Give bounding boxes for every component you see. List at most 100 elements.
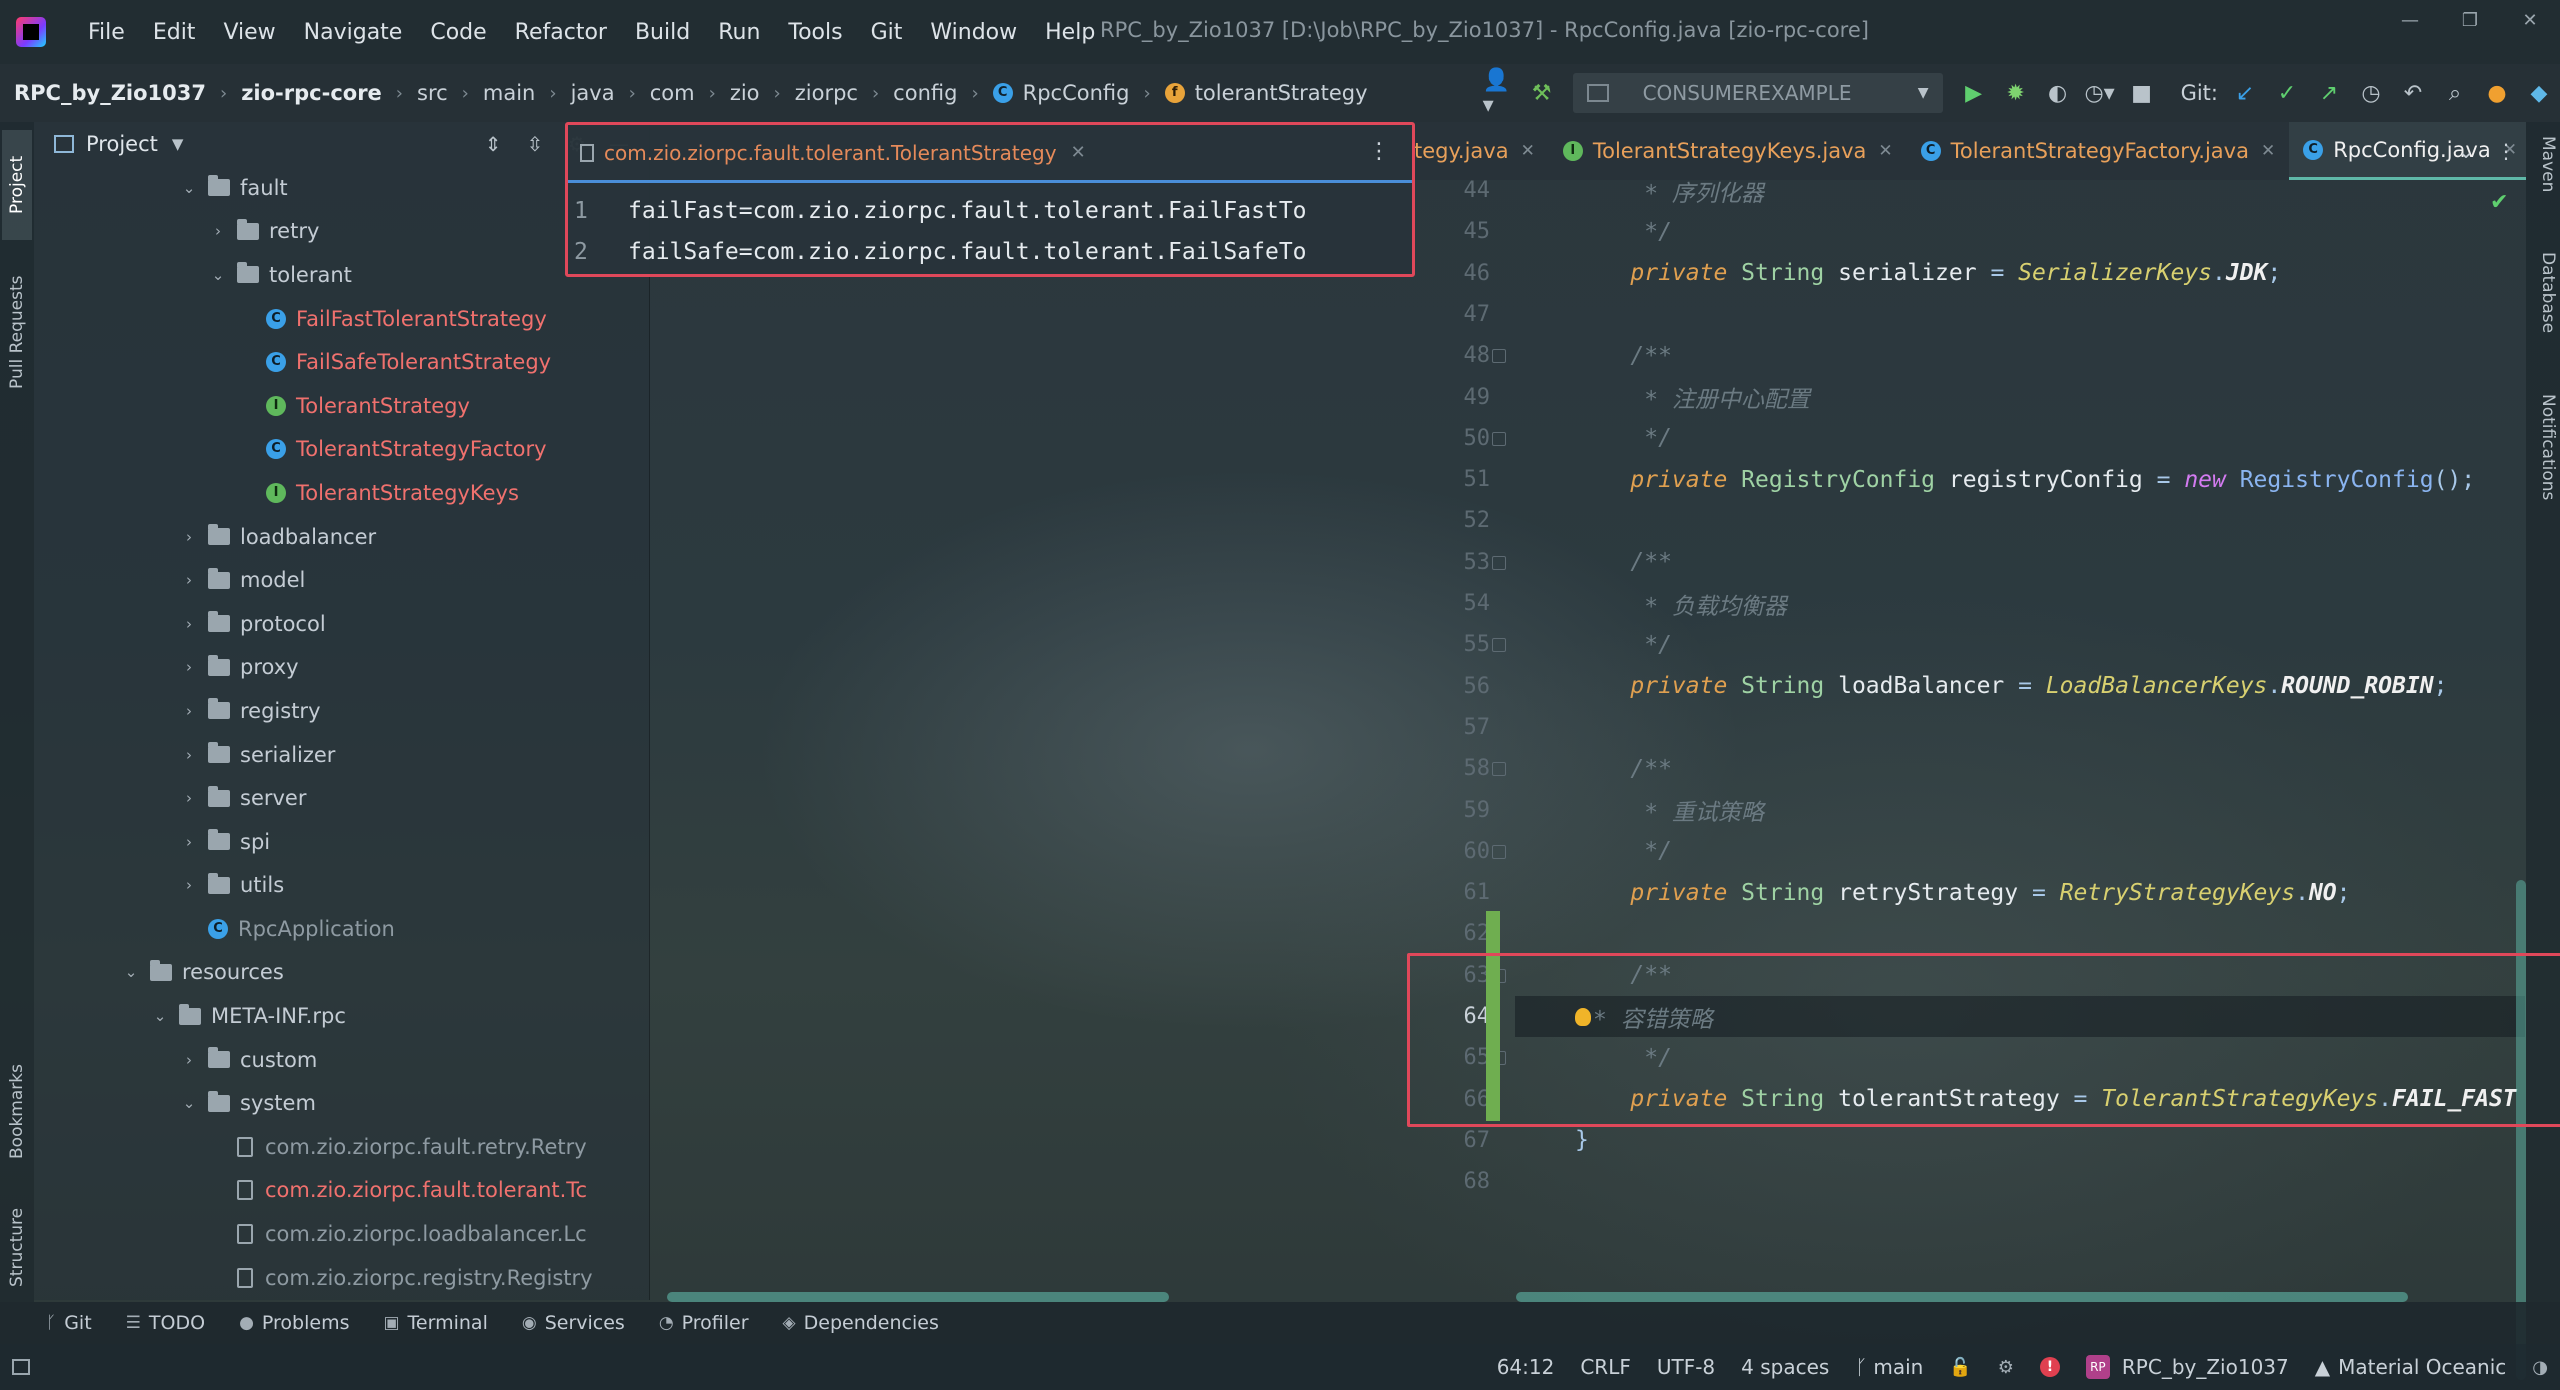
editor-tab[interactable]: I TolerantStrategyKeys.java ✕ (1549, 122, 1907, 180)
menu-item-refactor[interactable]: Refactor (501, 20, 621, 45)
plugin-icon[interactable]: ◆ (2522, 76, 2556, 110)
code-line[interactable]: */ (1515, 624, 2525, 665)
code-line[interactable]: private String loadBalancer = LoadBalanc… (1515, 666, 2525, 707)
fold-marker-icon[interactable] (1492, 555, 1506, 570)
fold-marker-icon[interactable] (1492, 349, 1506, 364)
run-icon[interactable]: ▶ (1957, 76, 1991, 110)
more-options-icon[interactable]: ⋮ (2486, 139, 2526, 163)
code-line[interactable]: /** (1515, 542, 2525, 583)
chevron-right-icon[interactable]: › (178, 571, 200, 589)
bottom-tab-problems[interactable]: ● Problems (239, 1312, 349, 1334)
fold-marker-icon[interactable] (1492, 638, 1506, 653)
chevron-right-icon[interactable]: › (178, 833, 200, 851)
tree-node[interactable]: com.zio.ziorpc.loadbalancer.Lc (34, 1212, 650, 1256)
menu-item-file[interactable]: File (74, 20, 139, 45)
bottom-tab-terminal[interactable]: ▣ Terminal (383, 1312, 487, 1334)
bottom-tab-dependencies[interactable]: ◈ Dependencies (783, 1312, 939, 1334)
file-encoding[interactable]: UTF-8 (1657, 1355, 1715, 1379)
editor-horizontal-scrollbar[interactable] (1516, 1292, 2408, 1302)
git-update-icon[interactable]: ↙ (2228, 76, 2262, 110)
fold-marker-icon[interactable] (1492, 844, 1506, 859)
toggle-tool-windows-icon[interactable] (12, 1359, 30, 1375)
build-hammer-icon[interactable]: ⚒ (1525, 76, 1559, 110)
tree-node[interactable]: › serializer (34, 733, 650, 777)
popup-title[interactable]: com.zio.ziorpc.fault.tolerant.TolerantSt… (604, 141, 1057, 165)
breadcrumb-item[interactable]: ziorpc (795, 81, 858, 105)
chevron-down-icon[interactable]: ⌄ (120, 963, 142, 981)
code-line[interactable] (1515, 707, 2525, 748)
close-icon[interactable]: ✕ (1521, 141, 1535, 161)
git-branch[interactable]: ᚴ main (1855, 1355, 1923, 1379)
code-line[interactable]: */ (1515, 211, 2525, 252)
chevron-right-icon[interactable]: › (178, 658, 200, 676)
stop-icon[interactable]: ■ (2125, 76, 2159, 110)
memory-indicator-icon[interactable]: ◑ (2532, 1357, 2548, 1378)
fold-marker-icon[interactable] (1492, 762, 1506, 777)
tree-node[interactable]: I TolerantStrategy (34, 384, 650, 428)
bottom-tab-todo[interactable]: ☰ TODO (126, 1312, 205, 1334)
inspection-ok-icon[interactable]: ✔ (2490, 190, 2508, 215)
chevron-right-icon[interactable]: › (207, 222, 229, 240)
menu-item-help[interactable]: Help (1031, 20, 1109, 45)
line-separator[interactable]: CRLF (1580, 1355, 1631, 1379)
tree-node[interactable]: › model (34, 558, 650, 602)
breadcrumb-item[interactable]: main (483, 81, 535, 105)
code-line[interactable]: /** (1515, 748, 2525, 789)
project-name[interactable]: RPC_by_Zio1037 (2122, 1355, 2289, 1379)
breadcrumb-item[interactable]: f tolerantStrategy (1164, 81, 1368, 105)
indent-setting[interactable]: 4 spaces (1741, 1355, 1829, 1379)
structure-tool-tab[interactable]: Structure (2, 1192, 32, 1302)
maven-tool-tab[interactable]: Maven (2530, 136, 2558, 192)
code-line[interactable]: private String retryStrategy = RetryStra… (1515, 872, 2525, 913)
search-icon[interactable]: ⌕ (2438, 76, 2472, 110)
tree-node[interactable]: ⌄ META-INF.rpc (34, 994, 650, 1038)
rollback-icon[interactable]: ↶ (2396, 76, 2430, 110)
bottom-tab-services[interactable]: ◉ Services (522, 1312, 625, 1334)
notifications-tool-tab[interactable]: Notifications (2530, 394, 2558, 500)
error-icon[interactable]: ! (2039, 1357, 2060, 1377)
database-tool-tab[interactable]: Database (2530, 252, 2558, 333)
code-line[interactable]: */ (1515, 831, 2525, 872)
tree-node[interactable]: C FailSafeTolerantStrategy (34, 340, 650, 384)
breadcrumb-item[interactable]: zio (730, 81, 760, 105)
menu-item-tools[interactable]: Tools (774, 20, 856, 45)
code-line[interactable]: /** (1515, 335, 2525, 376)
restore-icon[interactable]: ❐ (2440, 0, 2500, 40)
tree-node[interactable]: › server (34, 776, 650, 820)
editor-tab[interactable]: C TolerantStrategyFactory.java ✕ (1907, 122, 2290, 180)
chevron-right-icon[interactable]: › (178, 746, 200, 764)
code-line[interactable]: * 注册中心配置 (1515, 377, 2525, 418)
caret-position[interactable]: 64:12 (1497, 1355, 1555, 1379)
tree-node[interactable]: com.zio.ziorpc.fault.retry.Retry (34, 1125, 650, 1169)
tree-node[interactable]: ⌄ tolerant (34, 253, 650, 297)
services-icon[interactable]: ⚙ (1998, 1357, 2014, 1378)
project-horizontal-scrollbar[interactable] (667, 1292, 1169, 1302)
menu-item-window[interactable]: Window (916, 20, 1031, 45)
chevron-right-icon[interactable]: › (178, 528, 200, 546)
coverage-icon[interactable]: ◐ (2041, 76, 2075, 110)
user-icon[interactable]: 👤▾ (1483, 68, 1517, 118)
code-line[interactable]: */ (1515, 418, 2525, 459)
tree-node[interactable]: › custom (34, 1038, 650, 1082)
git-commit-icon[interactable]: ✓ (2270, 76, 2304, 110)
code-line[interactable] (1515, 913, 2525, 954)
chevron-right-icon[interactable]: › (178, 876, 200, 894)
bookmarks-tool-tab[interactable]: Bookmarks (2, 1042, 32, 1182)
tree-node[interactable]: › registry (34, 689, 650, 733)
chevron-down-icon[interactable]: ⌄ (178, 1094, 200, 1112)
menu-item-view[interactable]: View (209, 20, 289, 45)
tree-node[interactable]: I TolerantStrategyKeys (34, 471, 650, 515)
history-icon[interactable]: ◷ (2354, 76, 2388, 110)
updates-icon[interactable]: ● (2480, 76, 2514, 110)
breadcrumb-item[interactable]: C RpcConfig (992, 81, 1130, 105)
tree-node[interactable]: › utils (34, 864, 650, 908)
tree-node[interactable]: C FailFastTolerantStrategy (34, 297, 650, 341)
menu-item-navigate[interactable]: Navigate (290, 20, 417, 45)
code-line[interactable]: private RegistryConfig registryConfig = … (1515, 459, 2525, 500)
chevron-right-icon[interactable]: › (178, 702, 200, 720)
chevron-right-icon[interactable]: › (178, 615, 200, 633)
tree-node[interactable]: › protocol (34, 602, 650, 646)
popup-code-line[interactable]: 2 failSafe=com.zio.ziorpc.fault.tolerant.… (568, 232, 1412, 272)
breadcrumb-item[interactable]: src (417, 81, 448, 105)
tree-node[interactable]: › spi (34, 820, 650, 864)
